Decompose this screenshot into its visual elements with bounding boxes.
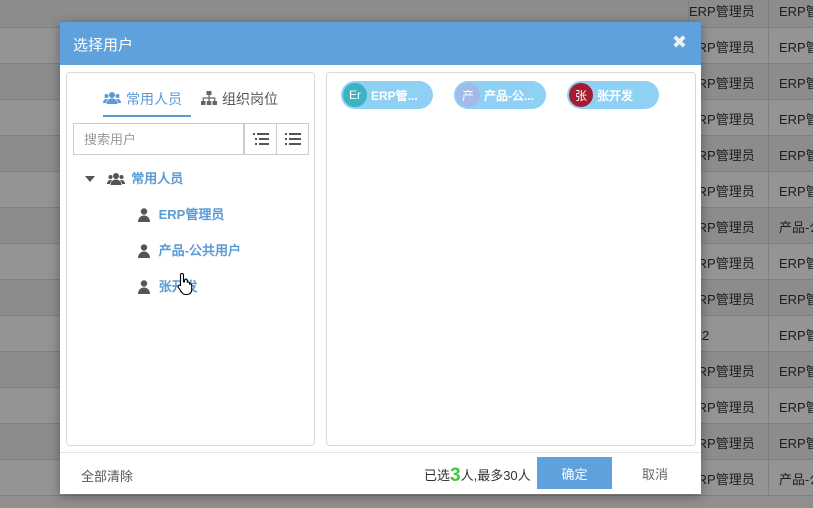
table-cell: 产品-公 bbox=[768, 208, 813, 244]
table-cell: ERP管 bbox=[768, 316, 813, 352]
tree-root-frequent-users[interactable]: 常用人员 bbox=[85, 166, 183, 190]
user-icon bbox=[138, 207, 150, 222]
table-cell: ERP管 bbox=[768, 352, 813, 388]
count-prefix: 已选 bbox=[424, 468, 451, 483]
user-picker-panel: 常用人员 组织岗位 常用人员 ERP管理员 bbox=[66, 72, 315, 446]
cancel-button[interactable]: 取消 bbox=[625, 457, 685, 489]
user-icon bbox=[138, 279, 150, 294]
selected-user-tag[interactable]: Er ERP管... bbox=[341, 81, 433, 109]
dialog-footer: 全部清除 已选3人,最多30人 确定 取消 bbox=[60, 452, 701, 494]
expand-tree-button[interactable] bbox=[244, 123, 277, 155]
tab-frequent-users[interactable]: 常用人员 bbox=[103, 87, 191, 117]
table-cell: ERP管 bbox=[768, 280, 813, 316]
table-cell: ERP管 bbox=[768, 64, 813, 100]
table-cell: ERP管 bbox=[768, 0, 813, 28]
table-cell: ERP管 bbox=[768, 136, 813, 172]
selected-users-panel: Er ERP管... 产 产品-公... 张 张开发 bbox=[326, 72, 696, 446]
tab-label: 组织岗位 bbox=[222, 91, 278, 107]
list-icon bbox=[284, 133, 301, 145]
user-icon bbox=[138, 243, 150, 258]
table-cell: ERP管 bbox=[768, 424, 813, 460]
search-input[interactable] bbox=[73, 123, 244, 155]
users-icon bbox=[106, 172, 125, 185]
selected-user-tag[interactable]: 张 张开发 bbox=[567, 81, 659, 109]
selected-user-label: ERP管... bbox=[371, 88, 418, 103]
tab-org-positions[interactable]: 组织岗位 bbox=[201, 87, 291, 117]
tree-root-label: 常用人员 bbox=[131, 170, 184, 186]
users-icon bbox=[103, 88, 121, 112]
table-cell: ERP管 bbox=[768, 100, 813, 136]
count-suffix: 人,最多30人 bbox=[460, 468, 531, 483]
user-avatar: 张 bbox=[569, 83, 593, 107]
selected-user-label: 产品-公... bbox=[484, 88, 534, 103]
table-cell: ERP管 bbox=[768, 388, 813, 424]
selection-count: 已选3人,最多30人 bbox=[424, 465, 531, 487]
caret-down-icon bbox=[85, 175, 95, 182]
tree-item-label: ERP管理员 bbox=[158, 206, 225, 222]
indent-list-icon bbox=[252, 133, 269, 145]
table-cell: 产品-公 bbox=[768, 460, 813, 496]
tree-item-erp-admin[interactable]: ERP管理员 bbox=[138, 202, 224, 226]
confirm-button[interactable]: 确定 bbox=[537, 457, 612, 489]
table-cell: ERP管 bbox=[768, 172, 813, 208]
sitemap-icon bbox=[201, 88, 217, 112]
clear-all-button[interactable]: 全部清除 bbox=[81, 466, 133, 485]
tree-item-product-public-user[interactable]: 产品-公共用户 bbox=[138, 238, 241, 262]
dialog-header: 选择用户 ✖ bbox=[60, 22, 701, 65]
list-view-button[interactable] bbox=[276, 123, 309, 155]
table-cell: ERP管 bbox=[768, 244, 813, 280]
user-avatar: Er bbox=[343, 83, 367, 107]
table-cell: ERP管 bbox=[768, 28, 813, 64]
dialog-title: 选择用户 bbox=[73, 37, 134, 54]
selected-user-tag[interactable]: 产 产品-公... bbox=[454, 81, 546, 109]
close-icon[interactable]: ✖ bbox=[672, 32, 687, 52]
select-user-dialog: 选择用户 ✖ 常用人员 组织岗位 搜索用户 常用人员 ERP管理员 产品-公共用… bbox=[60, 22, 701, 494]
selected-user-label: 张开发 bbox=[597, 88, 634, 103]
tab-label: 常用人员 bbox=[126, 91, 182, 107]
tree-item-label: 产品-公共用户 bbox=[158, 242, 241, 258]
user-avatar: 产 bbox=[456, 83, 480, 107]
count-number: 3 bbox=[450, 465, 461, 486]
hand-cursor-icon bbox=[177, 272, 193, 296]
